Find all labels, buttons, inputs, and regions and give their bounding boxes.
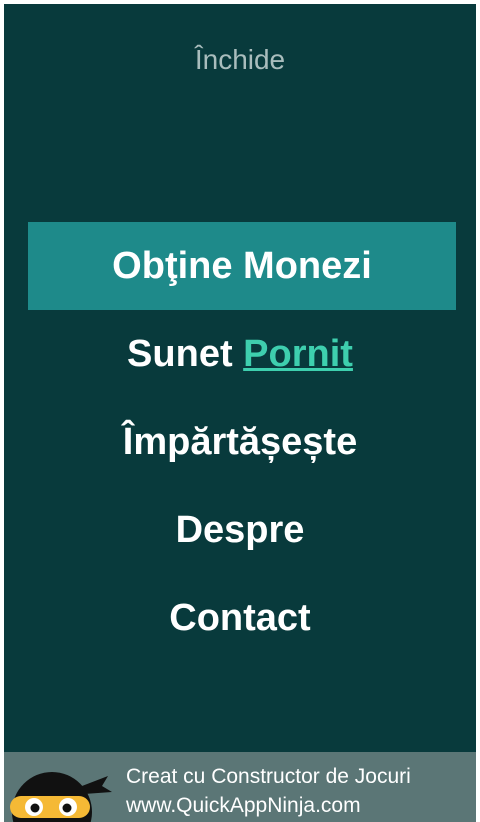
about-button[interactable]: Despre: [4, 486, 476, 574]
close-button[interactable]: Închide: [4, 44, 476, 76]
menu-screen: Închide Obţine Monezi Sunet Pornit Împăr…: [4, 4, 476, 822]
contact-button[interactable]: Contact: [4, 574, 476, 662]
footer-banner[interactable]: Creat cu Constructor de Jocuri www.Quick…: [4, 752, 476, 822]
footer-credit[interactable]: Creat cu Constructor de Jocuri: [126, 762, 411, 791]
footer-text: Creat cu Constructor de Jocuri www.Quick…: [126, 762, 411, 820]
get-coins-button[interactable]: Obţine Monezi: [28, 222, 456, 310]
sound-toggle[interactable]: Sunet Pornit: [4, 310, 476, 398]
ninja-mascot-icon: [10, 772, 112, 822]
share-button[interactable]: Împărtășește: [4, 398, 476, 486]
sound-toggle-value[interactable]: Pornit: [243, 333, 353, 375]
main-menu: Obţine Monezi Sunet Pornit Împărtășește …: [4, 222, 476, 662]
footer-website-link[interactable]: www.QuickAppNinja.com: [126, 791, 411, 820]
sound-label: Sunet: [127, 333, 233, 375]
